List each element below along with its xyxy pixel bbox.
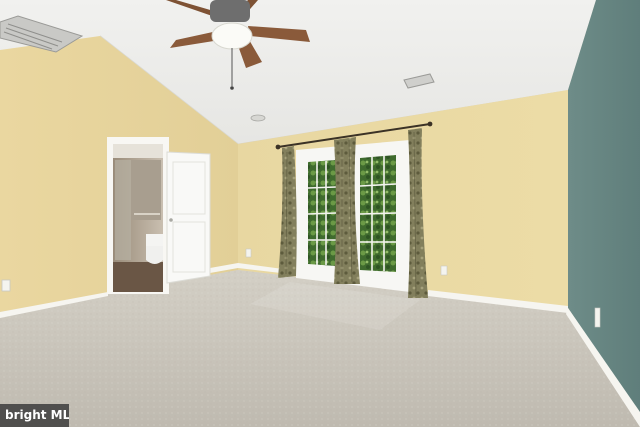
shower-glass [115,160,131,260]
bathroom-wall-tile [131,160,161,220]
outlet-back-right [440,265,448,276]
fan-pull-knob [230,86,234,90]
bathroom-floor [113,262,163,292]
fan-light [211,22,253,50]
curtain-rod-finial-right [427,121,433,127]
door-knob [169,218,173,222]
mls-watermark: bright MLS [0,404,69,427]
outlet-right [594,307,601,328]
room-illustration [0,0,640,427]
outlet-back-left [245,248,252,258]
curtain-rod-finial-left [275,144,281,150]
outlet-left [1,279,11,292]
toilet-bowl [146,246,163,264]
toilet-tank [146,234,163,246]
smoke-detector [250,114,266,122]
bathroom-ceiling [113,144,163,158]
fan-motor [210,0,250,22]
ensuite-doorway [107,137,169,294]
bedroom-photo: bright MLS [0,0,640,427]
